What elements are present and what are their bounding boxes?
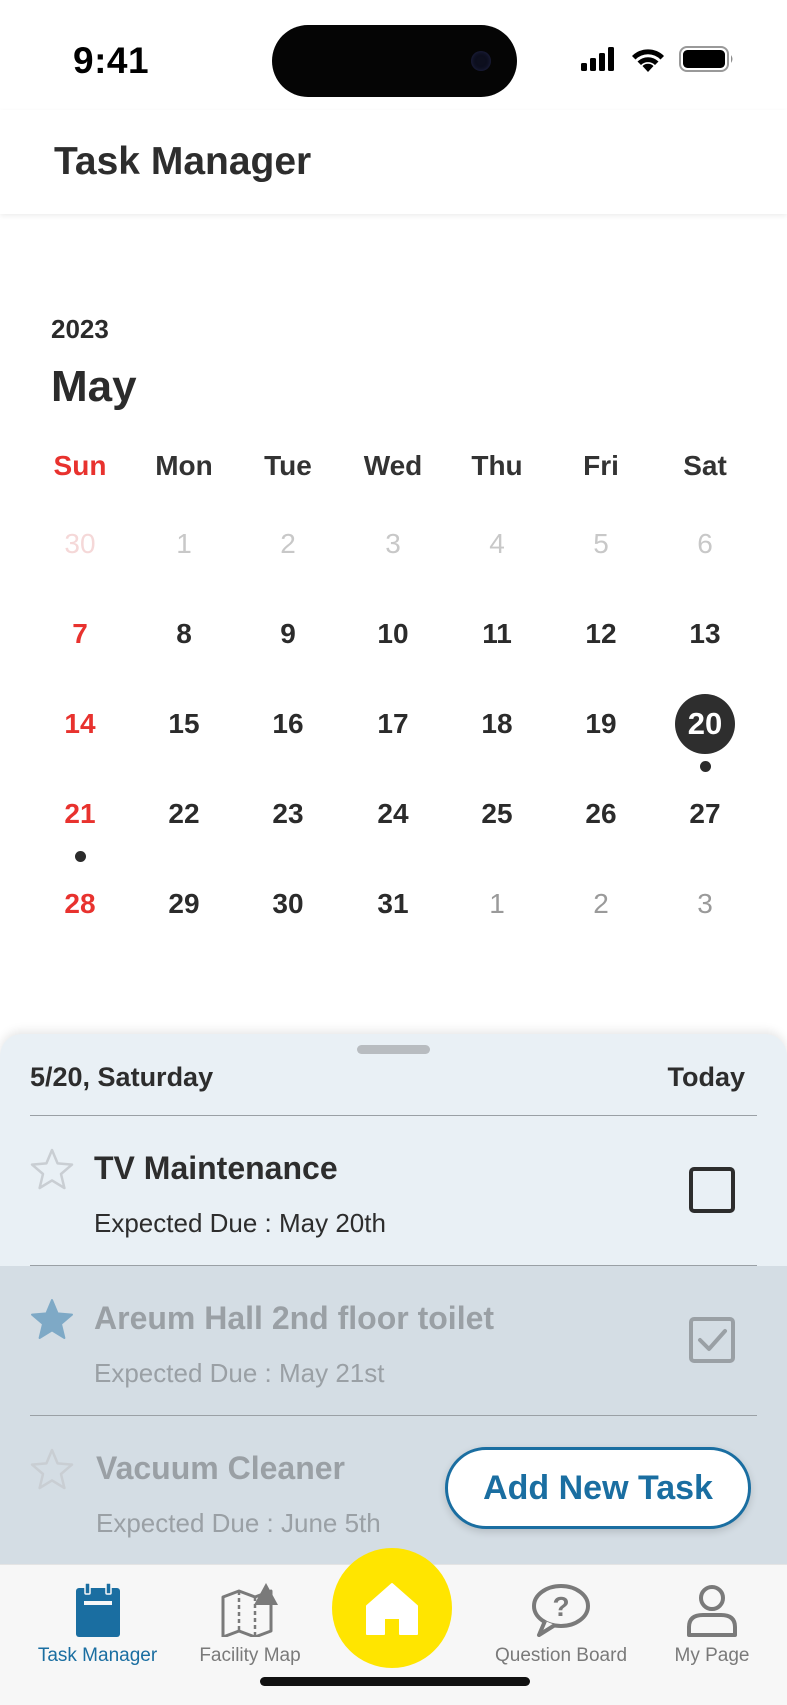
nav-item-question-board[interactable]: ? Question Board xyxy=(485,1583,637,1667)
app-header: Task Manager xyxy=(0,110,787,214)
task-title: TV Maintenance xyxy=(94,1150,338,1186)
calendar: 2023 May Sun Mon Tue Wed Thu Fri Sat 30 1 2 3 4 5 6 7… xyxy=(0,214,787,1034)
divider xyxy=(30,1265,757,1266)
checkbox-unchecked-icon[interactable] xyxy=(689,1167,735,1213)
calendar-day[interactable]: 23 xyxy=(258,784,318,844)
calendar-month: May xyxy=(51,362,137,411)
today-button[interactable]: Today xyxy=(667,1062,745,1093)
star-filled-icon[interactable] xyxy=(28,1296,76,1344)
calendar-day[interactable]: 21 xyxy=(50,784,110,844)
svg-text:?: ? xyxy=(552,1591,569,1622)
calendar-day[interactable]: 19 xyxy=(571,694,631,754)
calendar-day[interactable]: 2 xyxy=(571,874,631,934)
calendar-day[interactable]: 25 xyxy=(467,784,527,844)
calendar-day[interactable]: 31 xyxy=(363,874,423,934)
calendar-day[interactable]: 10 xyxy=(363,604,423,664)
calendar-day[interactable]: 28 xyxy=(50,874,110,934)
task-item[interactable]: TV Maintenance Expected Due : May 20th xyxy=(0,1116,787,1266)
calendar-day[interactable]: 7 xyxy=(50,604,110,664)
task-due: Expected Due : June 5th xyxy=(96,1508,381,1538)
page-title: Task Manager xyxy=(54,140,312,183)
calendar-day[interactable]: 3 xyxy=(675,874,735,934)
calendar-day[interactable]: 12 xyxy=(571,604,631,664)
nav-label: My Page xyxy=(674,1645,750,1666)
home-icon xyxy=(366,1583,418,1635)
star-outline-icon[interactable] xyxy=(28,1146,76,1194)
calendar-day[interactable]: 1 xyxy=(154,514,214,574)
status-bar: 9:41 xyxy=(0,0,787,110)
weekday-label: Sat xyxy=(683,450,727,481)
calendar-year: 2023 xyxy=(51,314,109,344)
calendar-day[interactable]: 30 xyxy=(258,874,318,934)
task-title: Vacuum Cleaner xyxy=(96,1450,345,1486)
calendar-day[interactable]: 13 xyxy=(675,604,735,664)
sheet-drag-handle[interactable] xyxy=(357,1045,430,1054)
calendar-day[interactable]: 18 xyxy=(467,694,527,754)
task-due: Expected Due : May 20th xyxy=(94,1208,386,1238)
weekday-header: Sun Mon Tue Wed Thu Fri Sat xyxy=(0,450,787,490)
nav-item-my-page[interactable]: My Page xyxy=(662,1583,762,1667)
home-indicator xyxy=(260,1677,530,1686)
home-button[interactable] xyxy=(332,1548,452,1668)
checkbox-checked-icon[interactable] xyxy=(689,1317,735,1363)
calendar-day[interactable]: 5 xyxy=(571,514,631,574)
calendar-day[interactable]: 3 xyxy=(363,514,423,574)
star-outline-icon[interactable] xyxy=(28,1446,76,1494)
task-item[interactable]: Areum Hall 2nd floor toilet Expected Due… xyxy=(0,1266,787,1416)
calendar-day[interactable]: 8 xyxy=(154,604,214,664)
battery-icon xyxy=(679,46,733,72)
calendar-day[interactable]: 14 xyxy=(50,694,110,754)
signal-icon xyxy=(581,47,614,71)
calendar-day-selected[interactable]: 20 xyxy=(675,694,735,754)
task-due: Expected Due : May 21st xyxy=(94,1358,385,1388)
calendar-day[interactable]: 4 xyxy=(467,514,527,574)
calendar-day[interactable]: 2 xyxy=(258,514,318,574)
calendar-day[interactable]: 22 xyxy=(154,784,214,844)
calendar-day[interactable]: 26 xyxy=(571,784,631,844)
status-time: 9:41 xyxy=(73,40,150,81)
calendar-day[interactable]: 27 xyxy=(675,784,735,844)
calendar-day[interactable]: 9 xyxy=(258,604,318,664)
weekday-label: Wed xyxy=(363,450,423,481)
nav-label: Task Manager xyxy=(37,1645,158,1666)
weekday-label: Fri xyxy=(583,450,619,481)
clipboard-icon xyxy=(75,1583,120,1637)
wifi-icon xyxy=(632,48,664,72)
event-dot xyxy=(74,851,86,862)
calendar-day[interactable]: 6 xyxy=(675,514,735,574)
add-new-task-button[interactable]: Add New Task xyxy=(445,1447,751,1529)
nav-item-task-manager[interactable]: Task Manager xyxy=(20,1583,175,1667)
camera-dot xyxy=(471,51,491,71)
calendar-day[interactable]: 24 xyxy=(363,784,423,844)
calendar-day[interactable]: 30 xyxy=(50,514,110,574)
nav-item-facility-map[interactable]: Facility Map xyxy=(185,1583,315,1667)
calendar-day[interactable]: 1 xyxy=(467,874,527,934)
nav-label: Facility Map xyxy=(199,1645,301,1666)
weekday-label: Sun xyxy=(53,450,107,481)
weekday-label: Thu xyxy=(471,450,523,481)
question-bubble-icon: ? xyxy=(532,1584,590,1637)
weekday-label: Tue xyxy=(264,450,312,481)
calendar-day[interactable]: 11 xyxy=(467,604,527,664)
divider xyxy=(30,1415,757,1416)
calendar-day[interactable]: 17 xyxy=(363,694,423,754)
person-icon xyxy=(687,1585,737,1637)
nav-label: Question Board xyxy=(494,1645,628,1666)
weekday-label: Mon xyxy=(155,450,213,481)
dynamic-island xyxy=(272,25,517,97)
selected-date-label: 5/20, Saturday xyxy=(30,1062,214,1092)
calendar-day[interactable]: 29 xyxy=(154,874,214,934)
calendar-day[interactable]: 15 xyxy=(154,694,214,754)
event-dot xyxy=(699,761,711,772)
status-icons xyxy=(581,46,735,72)
calendar-day[interactable]: 16 xyxy=(258,694,318,754)
map-icon xyxy=(221,1583,278,1637)
task-title: Areum Hall 2nd floor toilet xyxy=(94,1300,495,1336)
